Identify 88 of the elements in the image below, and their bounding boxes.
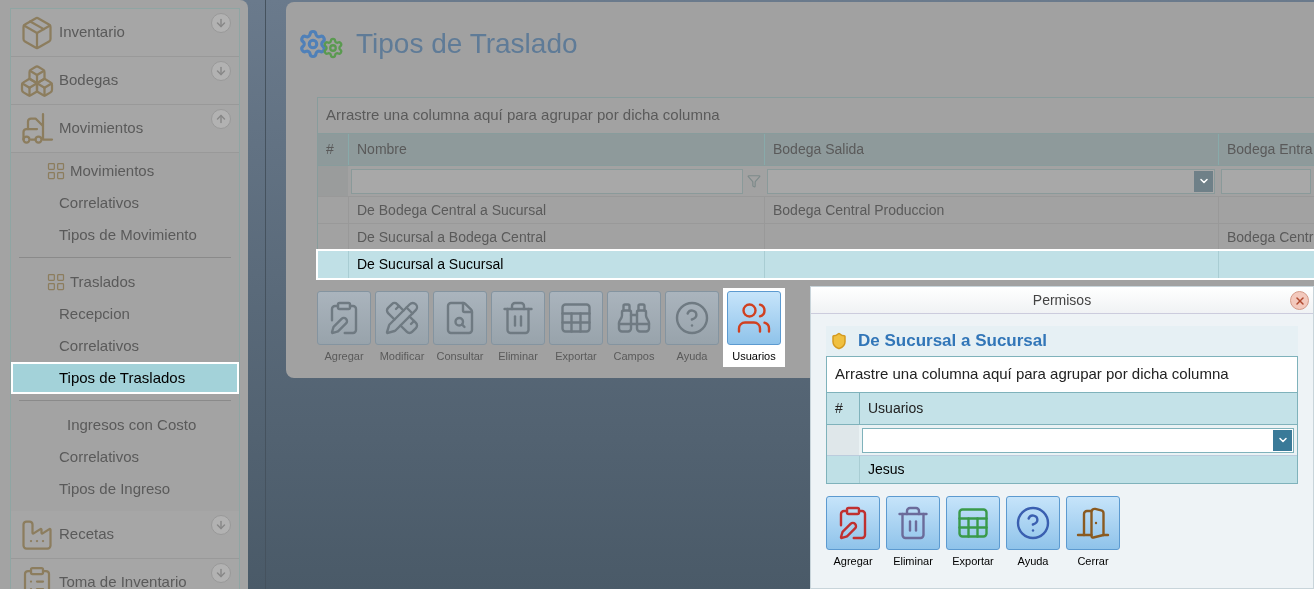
column-header[interactable]: Usuarios — [859, 393, 1297, 424]
toolbar-button[interactable] — [549, 291, 603, 345]
sidebar-item[interactable]: Recepcion — [11, 298, 239, 330]
close-button[interactable] — [1290, 291, 1309, 310]
toolbar-button[interactable] — [1006, 496, 1060, 550]
grid-cell-text: De Sucursal a Bodega Central — [356, 227, 548, 247]
filter-input[interactable] — [351, 168, 743, 194]
grid-cell-text: De Sucursal a Sucursal — [356, 255, 505, 274]
button-label: Campos — [613, 349, 655, 364]
button-label: Ayuda — [1017, 554, 1049, 569]
grid-cell-text: Bodega Central Produccion — [772, 200, 946, 220]
column-header[interactable]: Nombre — [348, 134, 764, 165]
expand-icon[interactable] — [211, 61, 231, 81]
collapse-icon[interactable] — [211, 109, 231, 129]
column-header[interactable]: Bodega Salida — [764, 134, 1218, 165]
filter-icon[interactable] — [747, 174, 761, 188]
section-label: Toma de Inventario — [59, 572, 188, 589]
grid-row[interactable]: De Bodega Central a Sucursal Bodega Central Produccion — [318, 197, 1314, 224]
grid-cell-text: Bodega Centr — [1226, 227, 1314, 247]
sidebar-item[interactable]: Correlativos — [11, 441, 239, 473]
sidebar-item[interactable]: Tipos de Movimiento — [11, 219, 239, 251]
help-icon — [674, 300, 710, 336]
toolbar-button[interactable] — [607, 291, 661, 345]
toolbar-button[interactable] — [886, 496, 940, 550]
grid-row[interactable]: Jesus — [827, 456, 1297, 483]
trash-can-icon — [895, 505, 931, 541]
section-label: Movimientos — [59, 118, 145, 139]
button-label: Exportar — [952, 554, 994, 569]
group-panel: Arrastre una columna aquí para agrupar por dicha columna — [827, 357, 1297, 393]
button-label: Agregar — [833, 554, 873, 569]
toolbar-button[interactable] — [491, 291, 545, 345]
shield-icon — [830, 332, 848, 350]
sidebar-group-label: Movimientos — [70, 160, 155, 181]
toolbar-button[interactable] — [1066, 496, 1120, 550]
button-label: Consultar — [436, 349, 484, 364]
boxes-icon — [19, 62, 55, 99]
sidebar-group-label: Traslados — [70, 271, 136, 292]
dialog-title: Permisos — [1032, 290, 1092, 310]
section-label: Inventario — [59, 22, 126, 43]
toolbar-button[interactable] — [826, 496, 880, 550]
grid-cell-text: De Bodega Central a Sucursal — [356, 200, 548, 220]
trash-can-icon — [500, 300, 536, 336]
sidebar-item[interactable]: Correlativos — [11, 330, 239, 362]
toolbar-button[interactable] — [727, 291, 781, 345]
sidebar-item[interactable]: Tipos de Ingreso — [11, 473, 239, 505]
button-label: Eliminar — [893, 554, 933, 569]
section-label: Recetas — [59, 524, 116, 545]
button-label: Cerrar — [1077, 554, 1109, 569]
button-label: Agregar — [324, 349, 364, 364]
door-icon — [1075, 505, 1111, 541]
users-icon — [736, 300, 772, 336]
sidebar-group-label[interactable]: Ingresos con Costo — [46, 413, 197, 437]
toolbar-button[interactable] — [375, 291, 429, 345]
toolbar-button[interactable] — [433, 291, 487, 345]
toolbar-button[interactable] — [946, 496, 1000, 550]
sidebar-item[interactable]: Correlativos — [11, 187, 239, 219]
column-header[interactable]: # — [318, 134, 348, 165]
expand-icon[interactable] — [211, 515, 231, 535]
grid-cell-text: Jesus — [867, 460, 906, 479]
crates-icon — [46, 272, 66, 292]
binoculars-icon — [616, 300, 652, 336]
crates-icon — [46, 161, 66, 181]
expand-icon[interactable] — [211, 563, 231, 583]
gears-icon — [298, 29, 344, 59]
filter-dropdown[interactable] — [862, 427, 1294, 453]
box-icon — [19, 14, 55, 51]
filter-input[interactable] — [1221, 168, 1311, 194]
pencils-icon — [384, 300, 420, 336]
button-label: Modificar — [379, 349, 425, 364]
sidebar-item[interactable]: Tipos de Traslados — [11, 362, 239, 394]
dialog-heading: De Sucursal a Sucursal — [858, 330, 1047, 353]
toolbar-button[interactable] — [317, 291, 371, 345]
button-label: Eliminar — [498, 349, 538, 364]
help-icon — [1015, 505, 1051, 541]
expand-icon[interactable] — [211, 13, 231, 33]
column-header[interactable]: # — [827, 393, 859, 424]
close-icon — [1293, 294, 1306, 307]
button-label: Ayuda — [676, 349, 708, 364]
spreadsheet-icon — [558, 300, 594, 336]
column-header[interactable]: Bodega Entra — [1218, 134, 1314, 165]
button-label: Usuarios — [732, 349, 776, 364]
forklift-icon — [19, 110, 55, 147]
spreadsheet-icon — [955, 505, 991, 541]
section-label: Bodegas — [59, 70, 120, 91]
grid-row[interactable]: De Sucursal a Sucursal — [318, 251, 1314, 278]
button-label: Exportar — [555, 349, 597, 364]
toolbar-button[interactable] — [665, 291, 719, 345]
page-title: Tipos de Traslado — [356, 27, 578, 61]
